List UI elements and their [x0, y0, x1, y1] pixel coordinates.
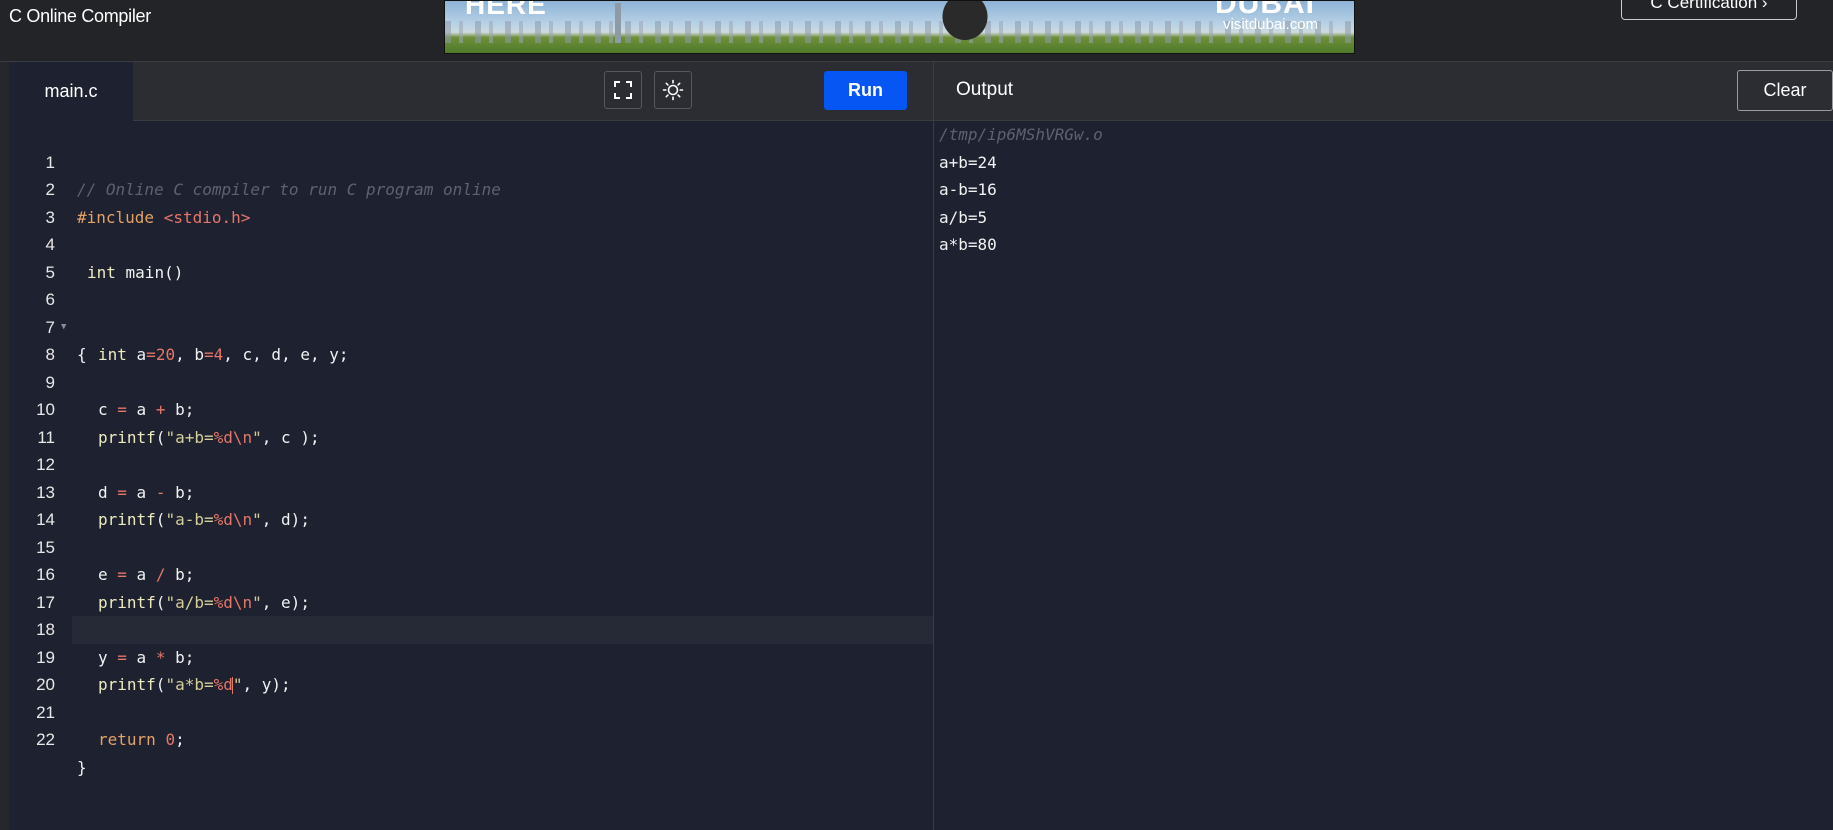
code-line: 1 // Online C compiler to run C program …	[9, 121, 933, 200]
code-line: 22 }	[9, 699, 933, 777]
fullscreen-icon	[614, 81, 632, 99]
code-line: 6 ▼ {	[9, 259, 933, 364]
code-line: 5	[9, 231, 933, 282]
ad-skyline-image	[445, 21, 1354, 43]
app-title[interactable]: C Online Compiler	[9, 6, 151, 27]
code-line: 16 printf("a/b=%d\n", e);	[9, 534, 933, 612]
certification-button[interactable]: C Certification ›	[1621, 0, 1797, 20]
top-bar: C Online Compiler HERE DUBAI visitdubai.…	[0, 0, 1833, 62]
code-line: 11	[9, 396, 933, 447]
code-editor[interactable]: 1 // Online C compiler to run C program …	[9, 121, 933, 830]
line-number: 18	[36, 620, 55, 639]
output-line: a*b=80	[939, 235, 997, 254]
sun-icon	[662, 79, 684, 101]
code-line: 18 y = a * b;	[9, 589, 933, 667]
code-line: 21 return 0;	[9, 671, 933, 750]
file-tab-main-c[interactable]: main.c	[9, 62, 133, 121]
run-button[interactable]: Run	[824, 71, 907, 110]
active-code-line: 19 printf("a*b=%d", y);	[36, 616, 933, 694]
clear-button[interactable]: Clear	[1737, 70, 1833, 111]
code-line: 15 e = a / b;	[9, 506, 933, 585]
editor-toolbar: main.c Run	[9, 62, 933, 121]
output-title: Output	[956, 79, 1014, 100]
code-line: 14	[9, 479, 933, 529]
code-token: }	[77, 757, 87, 777]
number-token: 0	[165, 730, 176, 749]
output-line: a+b=24	[939, 152, 997, 172]
left-edge	[0, 62, 9, 830]
code-line: 10 printf("a+b=%d\n", c );	[9, 369, 933, 447]
code-text[interactable]: return 0;	[98, 726, 185, 754]
theme-toggle-button[interactable]	[654, 71, 692, 109]
fullscreen-button[interactable]	[604, 71, 642, 109]
code-line: 4 int main()	[9, 204, 933, 282]
ad-url: visitdubai.com	[1223, 16, 1319, 33]
code-line: 8	[9, 314, 933, 364]
output-toolbar: Output Clear	[934, 62, 1833, 121]
code-line: 20	[9, 644, 933, 694]
code-line: 17	[9, 561, 933, 612]
code-text[interactable]: }	[77, 754, 87, 782]
code-line: 13 printf("a-b=%d\n", d);	[9, 451, 933, 530]
code-line: 2 #include <stdio.h>	[9, 149, 933, 227]
editor-panel: main.c Run 1 // Online C compiler to run	[9, 62, 933, 830]
code-line: 7 int a=20, b=4, c, d, e, y;	[9, 286, 933, 365]
keyword-token: return	[98, 730, 156, 749]
output-path-line: /tmp/ip6MShVRGw.o	[939, 125, 1103, 144]
ad-tower-image	[615, 3, 621, 43]
output-panel: Output Clear /tmp/ip6MShVRGw.o a+b=24 a-…	[934, 62, 1833, 830]
ad-headline: HERE	[465, 0, 547, 20]
advertisement-banner[interactable]: HERE DUBAI visitdubai.com	[444, 0, 1355, 54]
output-line: a/b=5	[939, 207, 988, 227]
line-number: 22	[36, 730, 55, 749]
code-line: 3	[9, 176, 933, 227]
code-line: 9 c = a + b;	[9, 341, 933, 420]
code-line: 12 d = a - b;	[9, 424, 933, 502]
code-token: ;	[175, 730, 185, 749]
ad-person-image	[930, 1, 1000, 53]
output-line: a-b=16	[939, 180, 997, 199]
